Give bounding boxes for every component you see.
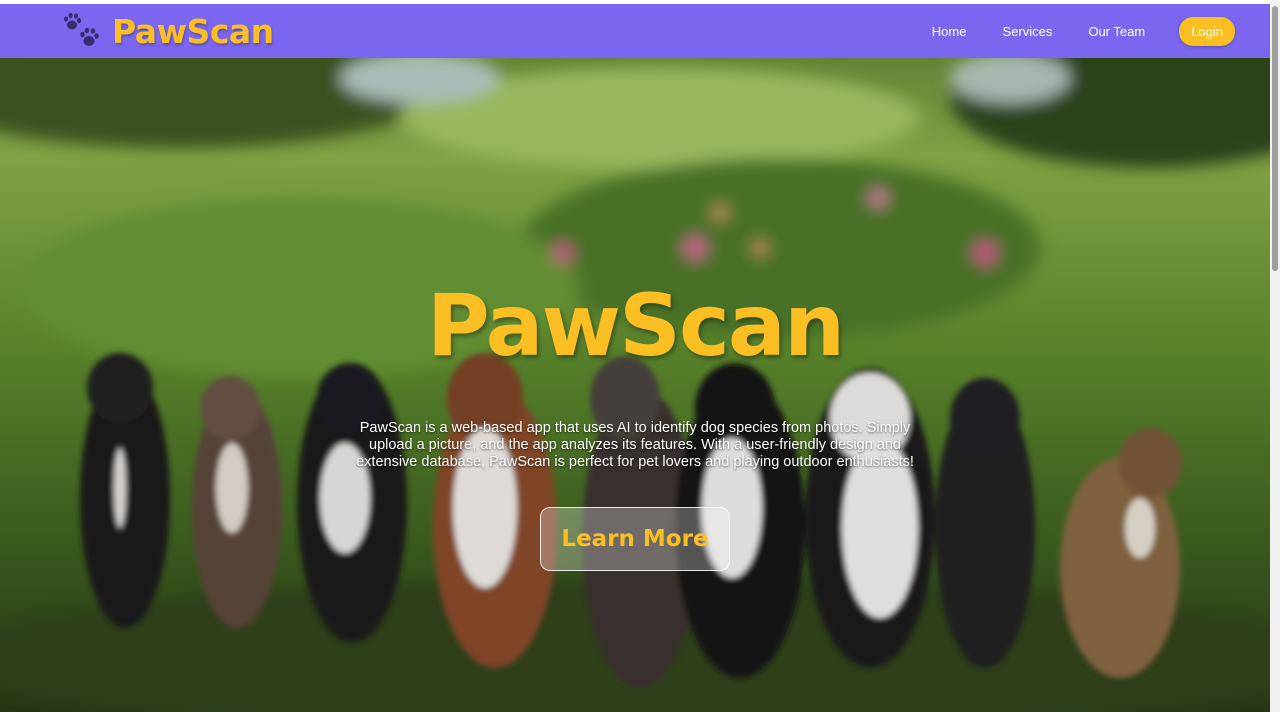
nav-link-home[interactable]: Home [932, 24, 967, 39]
hero-overlay [0, 58, 1270, 712]
scrollbar[interactable] [1270, 0, 1280, 712]
hero-title: PawScan [426, 276, 845, 376]
login-button[interactable]: Login [1179, 16, 1235, 46]
hero-section: PawScan PawScan is a web-based app that … [0, 58, 1270, 712]
nav-link-our-team[interactable]: Our Team [1088, 24, 1145, 39]
brand[interactable]: PawScan [62, 4, 274, 58]
navbar: PawScan Home Services Our Team Login [0, 4, 1270, 58]
paw-prints-icon [64, 12, 99, 46]
nav-link-services[interactable]: Services [1002, 24, 1052, 39]
brand-name: PawScan [112, 11, 274, 51]
nav-links: Home Services Our Team Login [896, 4, 1235, 58]
hero-description: PawScan is a web-based app that uses AI … [356, 420, 914, 470]
scrollbar-thumb[interactable] [1272, 6, 1278, 271]
learn-more-button[interactable]: Learn More [540, 507, 730, 571]
